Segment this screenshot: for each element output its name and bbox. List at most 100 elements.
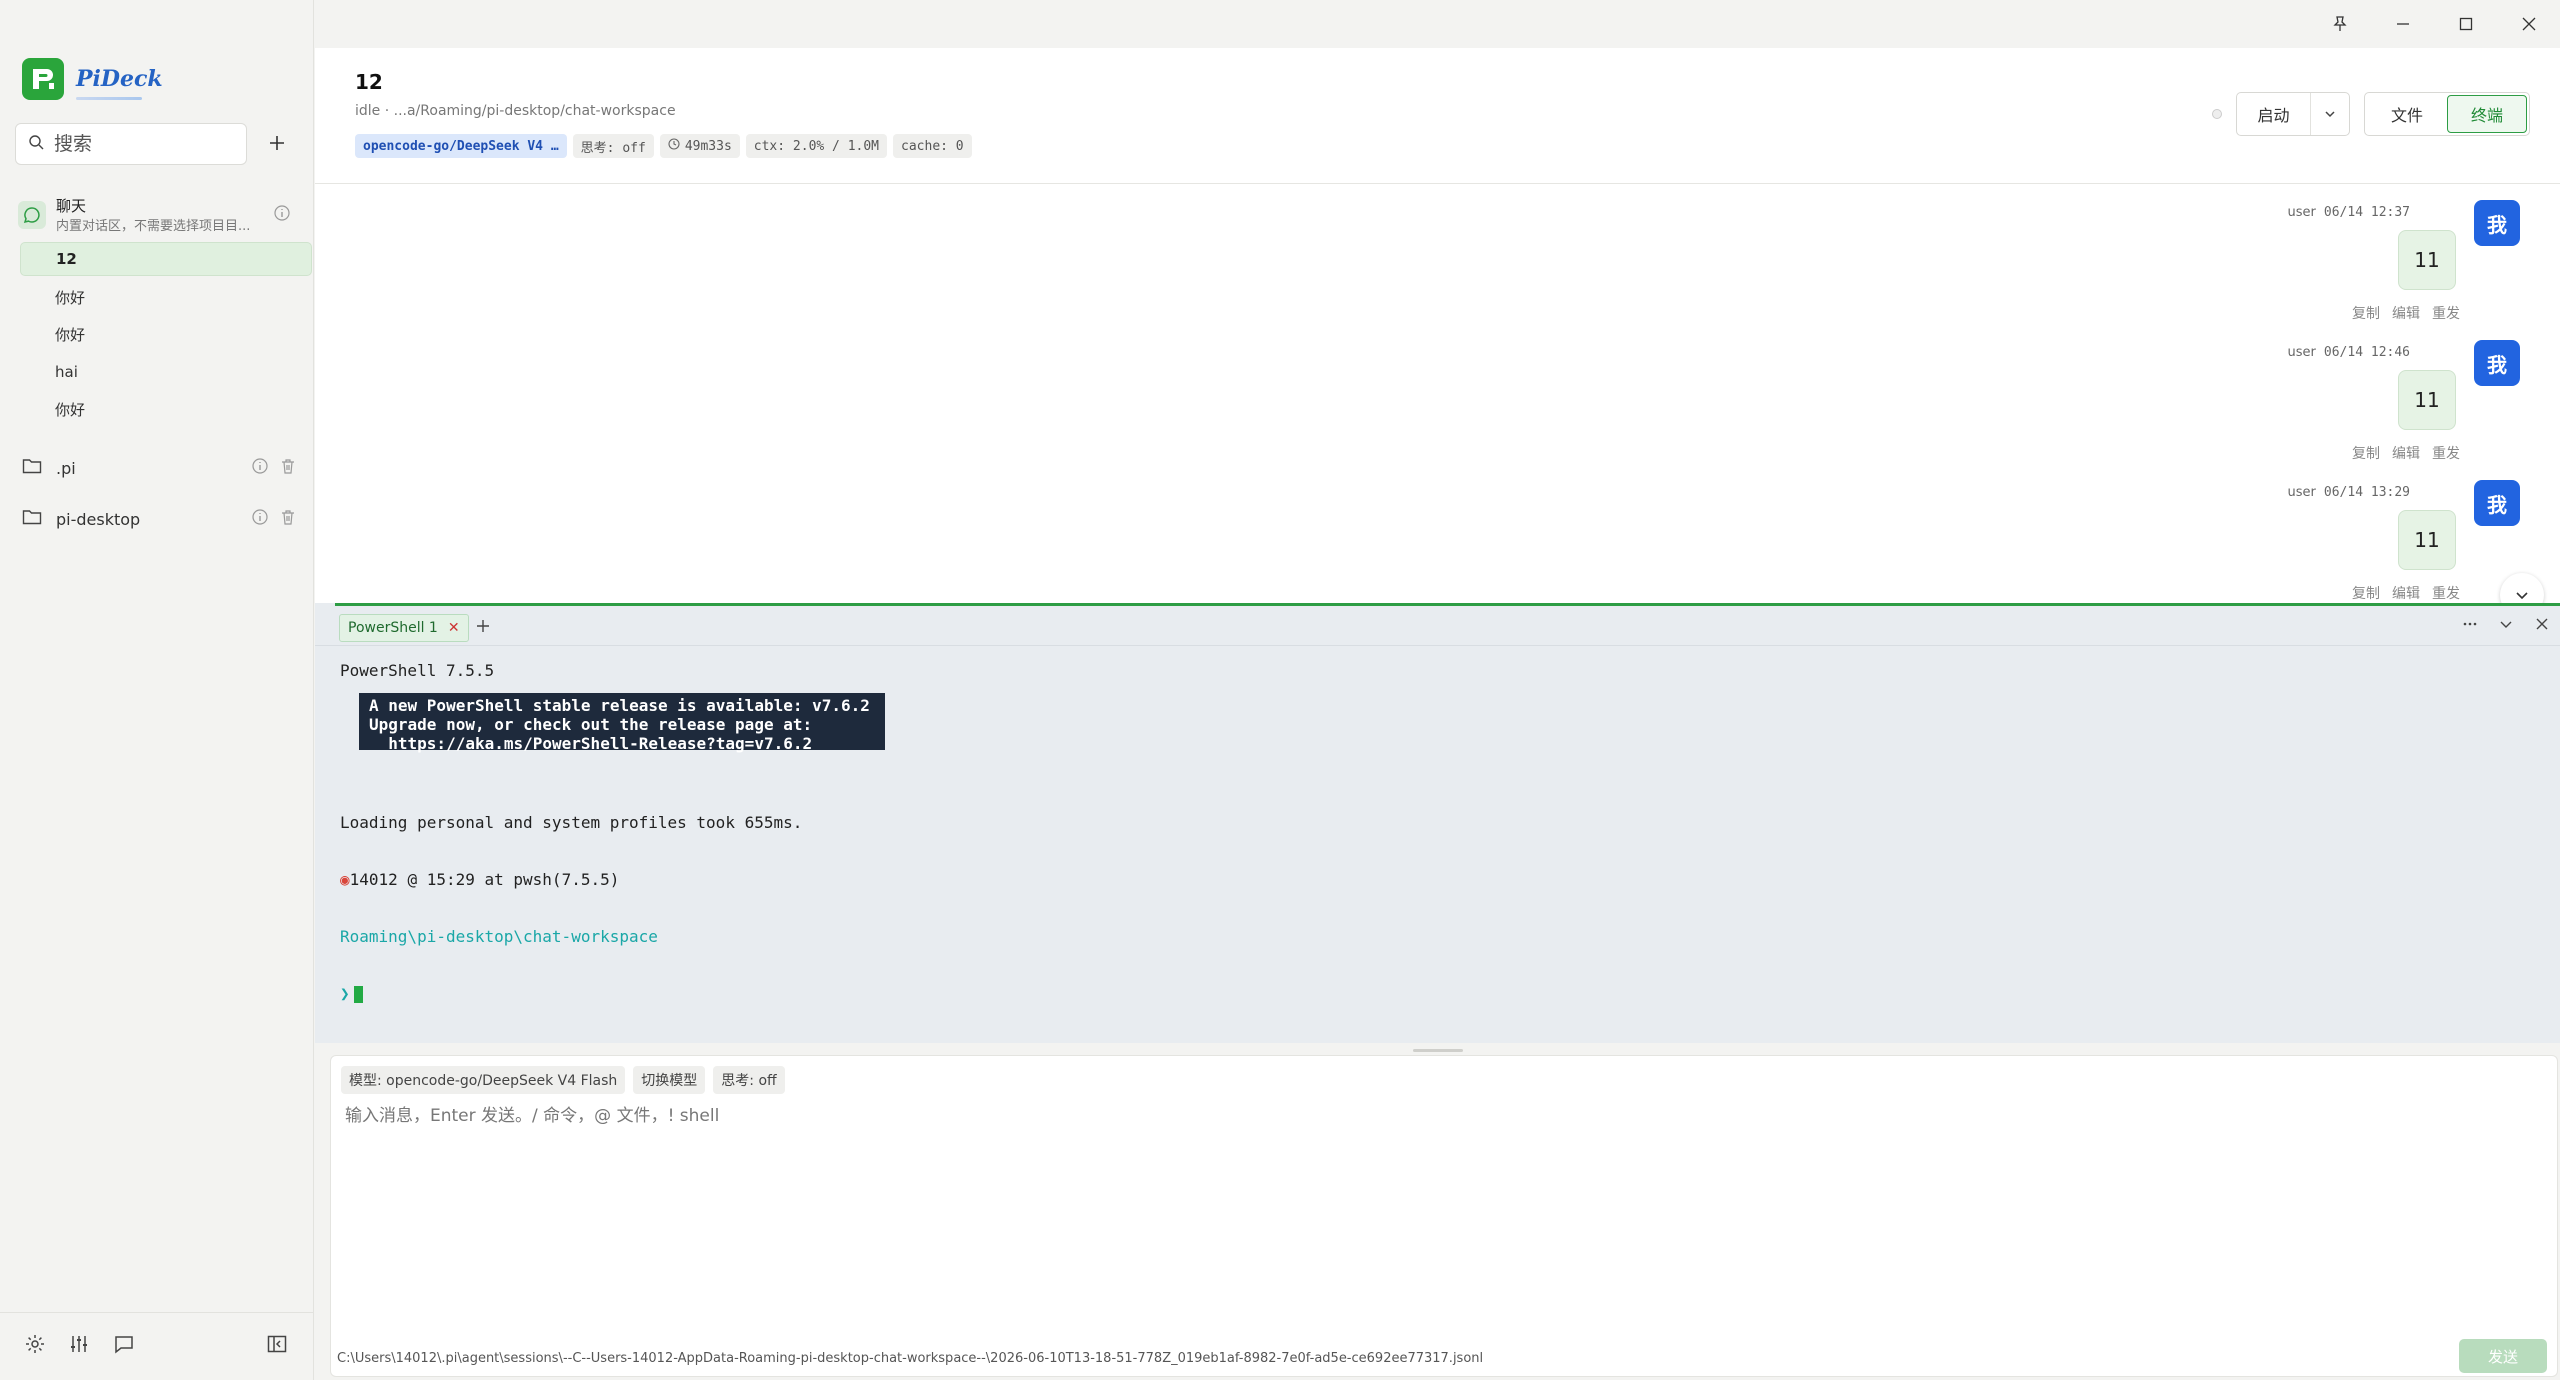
session-path: idle · ...a/Roaming/pi-desktop/chat-work… [355,103,676,119]
copy-button[interactable]: 复制 [2352,443,2380,463]
folder-icon [22,508,42,530]
resize-handle[interactable] [1413,1049,1463,1052]
window-controls [2308,0,2560,48]
add-terminal-icon[interactable] [475,618,491,638]
message-item: user 06/14 12:46 我 11 复制 编辑 重发 [2280,325,2520,462]
main-panel: 12 idle · ...a/Roaming/pi-desktop/chat-w… [315,48,2560,1380]
terminal-panel[interactable]: PowerShell 1 ✕ PowerShell 7.5.5 A new Po… [315,603,2560,1043]
status-indicator [2212,109,2222,119]
message-time: 06/14 13:29 [2323,485,2410,500]
start-group: 启动 [2236,92,2350,136]
message-item: user 06/14 12:37 我 11 复制 编辑 重发 [2280,185,2520,322]
send-button[interactable]: 发送 [2459,1339,2547,1373]
session-item[interactable]: 12 [20,242,312,276]
tab-files[interactable]: 文件 [2367,95,2447,133]
shell-icon: ◉ [340,870,350,889]
minimize-icon[interactable] [2371,0,2434,48]
message-role: user [2287,345,2316,360]
close-tab-icon[interactable]: ✕ [448,620,460,636]
edit-button[interactable]: 编辑 [2392,303,2420,323]
model-chip[interactable]: opencode-go/DeepSeek V4 … [355,134,567,158]
sidebar-footer [0,1312,314,1380]
thinking-toggle[interactable]: 思考: off [713,1066,785,1094]
session-item[interactable]: 你好 [20,280,312,314]
terminal-tab-label: PowerShell 1 [348,620,438,636]
message-meta: user 06/14 13:29 [2288,485,2410,500]
more-icon[interactable] [2462,616,2478,636]
message-list[interactable]: user 06/14 12:37 我 11 复制 编辑 重发 user 06/14 … [315,185,2560,603]
terminal-input-line[interactable]: ❯ [340,984,802,1003]
info-icon[interactable] [251,457,269,479]
tab-terminal[interactable]: 终端 [2447,95,2527,133]
duration-value: 49m33s [684,138,732,154]
switch-model-button[interactable]: 切换模型 [633,1066,706,1094]
add-icon[interactable] [264,130,290,156]
message-bubble: 11 [2398,230,2456,290]
session-header: 12 idle · ...a/Roaming/pi-desktop/chat-w… [315,48,2560,184]
composer-chips: 模型: opencode-go/DeepSeek V4 Flash 切换模型 思… [341,1066,785,1094]
chevron-down-icon[interactable] [2311,93,2349,135]
project-item-pi-desktop[interactable]: pi-desktop [22,503,297,535]
chevron-down-icon[interactable] [2498,616,2514,636]
message-role: user [2287,485,2316,500]
info-icon[interactable] [251,508,269,530]
copy-button[interactable]: 复制 [2352,583,2380,603]
search-box[interactable] [15,123,247,165]
search-icon [28,134,44,154]
edit-button[interactable]: 编辑 [2392,583,2420,603]
message-role: user [2287,205,2316,220]
folder-icon [22,457,42,479]
maximize-icon[interactable] [2434,0,2497,48]
info-icon[interactable] [273,204,291,226]
session-item[interactable]: 你好 [20,392,312,426]
terminal-prompt-info: ◉14012 @ 15:29 at pwsh(7.5.5) [340,870,802,889]
view-tabs: 文件 终端 [2364,92,2530,136]
message-input[interactable] [345,1101,2525,1301]
message-meta: user 06/14 12:37 [2288,205,2410,220]
message-time: 06/14 12:37 [2323,205,2410,220]
terminal-loading-line: Loading personal and system profiles too… [340,813,803,832]
status-chips: opencode-go/DeepSeek V4 … 思考: off 49m33s… [355,134,972,158]
collapse-sidebar-icon[interactable] [266,1333,288,1359]
sliders-icon[interactable] [68,1333,90,1359]
app-name: PiDeck [76,66,163,100]
edit-button[interactable]: 编辑 [2392,443,2420,463]
terminal-update-notice: A new PowerShell stable release is avail… [359,693,885,753]
logo-icon [22,58,64,100]
chat-group[interactable]: 聊天 内置对话区，不需要选择项目目... [18,195,298,239]
pin-icon[interactable] [2308,0,2371,48]
close-terminal-icon[interactable] [2534,616,2550,636]
avatar: 我 [2474,340,2520,386]
message-bubble: 11 [2398,510,2456,570]
terminal-tab[interactable]: PowerShell 1 ✕ [339,614,469,642]
close-icon[interactable] [2497,0,2560,48]
app-logo: PiDeck [22,58,163,100]
composer-box: 模型: opencode-go/DeepSeek V4 Flash 切换模型 思… [330,1055,2558,1377]
thinking-chip: 思考: off [572,134,654,158]
search-input[interactable] [54,133,234,155]
resend-button[interactable]: 重发 [2432,303,2460,323]
header-actions: 启动 文件 终端 [2212,92,2530,136]
project-item-pi[interactable]: .pi [22,452,297,484]
clock-icon [668,138,680,154]
message-actions: 复制 编辑 重发 [2352,583,2460,603]
trash-icon[interactable] [279,457,297,479]
copy-button[interactable]: 复制 [2352,303,2380,323]
resend-button[interactable]: 重发 [2432,583,2460,603]
message-actions: 复制 编辑 重发 [2352,443,2460,463]
composer: 模型: opencode-go/DeepSeek V4 Flash 切换模型 思… [315,1043,2560,1380]
terminal-version-line: PowerShell 7.5.5 [340,661,495,680]
resend-button[interactable]: 重发 [2432,443,2460,463]
trash-icon[interactable] [279,508,297,530]
session-item[interactable]: hai [20,355,312,389]
terminal-output: Loading personal and system profiles too… [340,775,802,1041]
feedback-icon[interactable] [113,1333,135,1359]
gear-icon[interactable] [24,1333,46,1359]
scroll-to-bottom-button[interactable] [2500,573,2544,603]
session-item[interactable]: 你好 [20,317,312,351]
start-button[interactable]: 启动 [2237,93,2311,135]
model-chip[interactable]: 模型: opencode-go/DeepSeek V4 Flash [341,1066,626,1094]
terminal-cwd-line: Roaming\pi-desktop\chat-workspace [340,927,658,946]
message-item: user 06/14 13:29 我 11 复制 编辑 重发 [2280,465,2520,602]
terminal-cursor [353,986,363,1003]
